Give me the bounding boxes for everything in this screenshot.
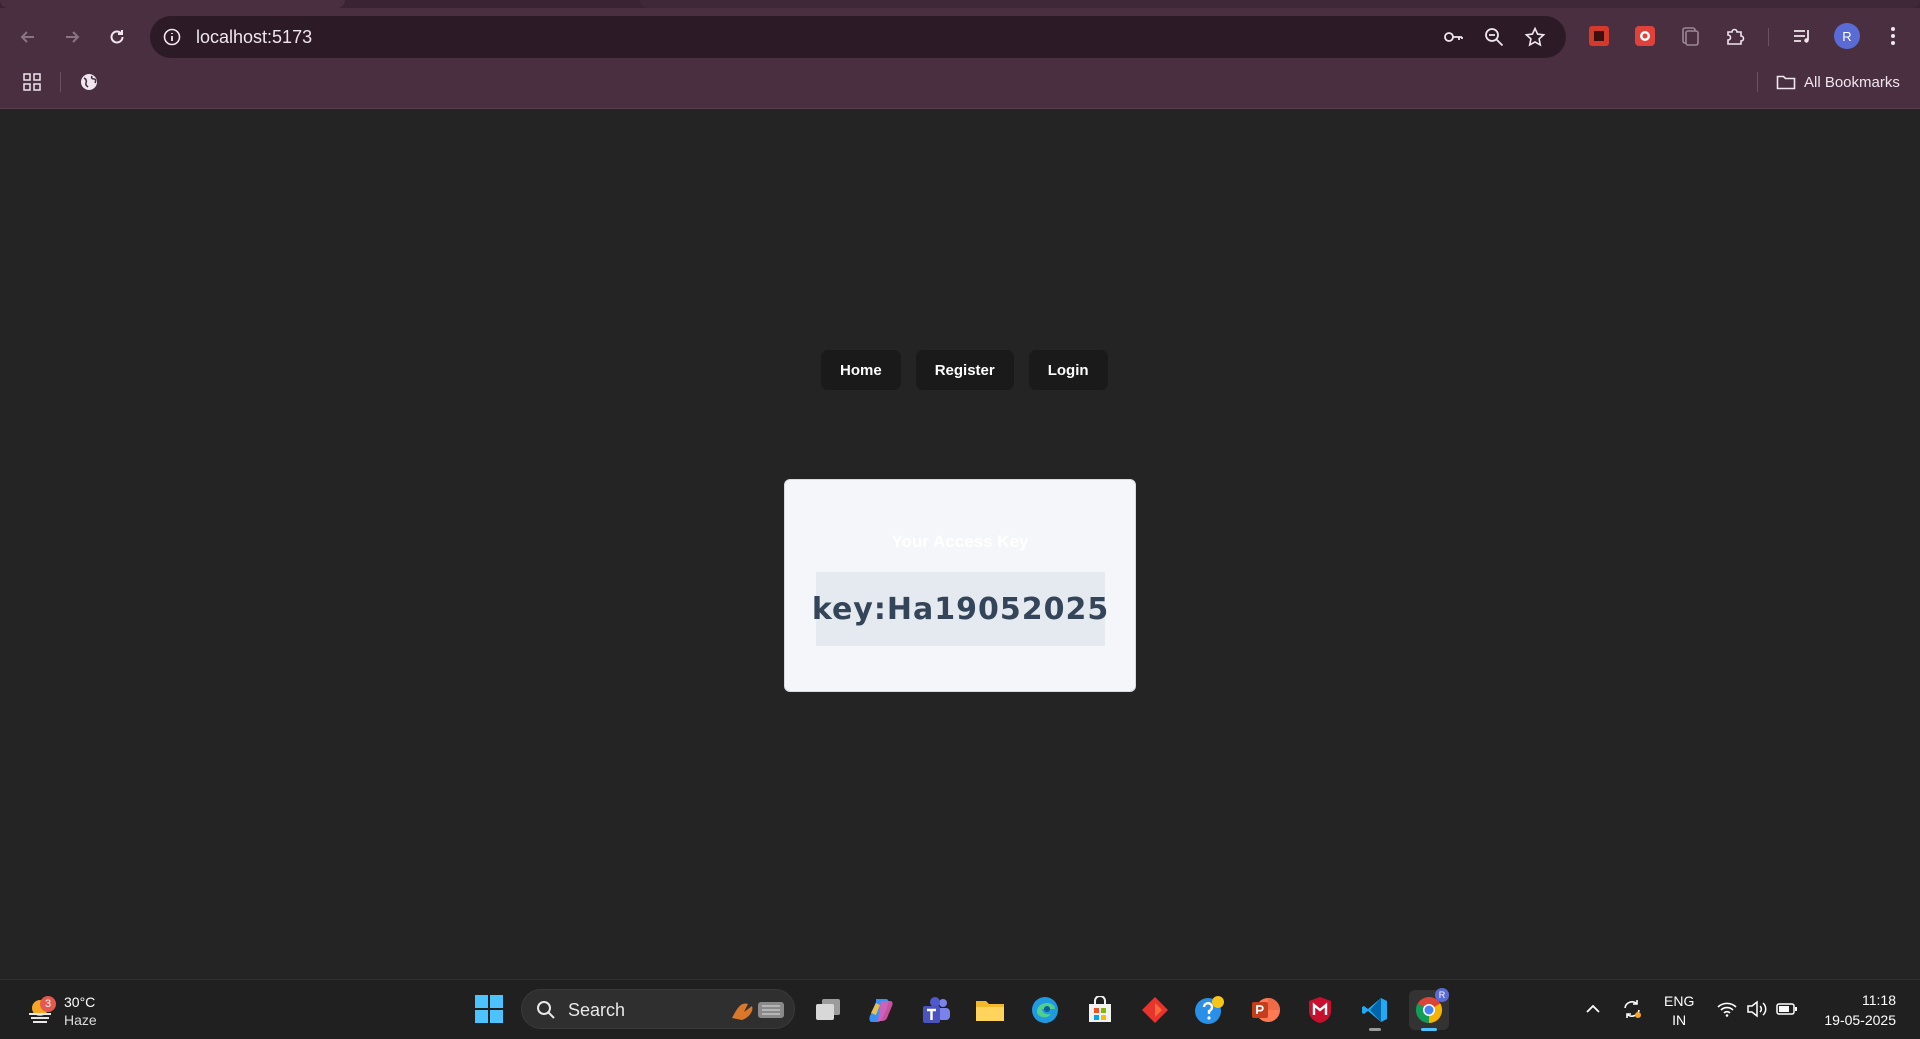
- weather-temp: 30°C: [64, 994, 96, 1010]
- store-icon: [1089, 996, 1111, 1022]
- speaker-icon: [1747, 1000, 1767, 1018]
- globe-bookmark-icon[interactable]: [77, 70, 101, 94]
- folder-app-icon: [976, 1001, 1004, 1021]
- bookmarks-divider: [60, 72, 61, 92]
- clipboard-extension-icon[interactable]: [1678, 24, 1702, 48]
- chrome-border: [0, 108, 1920, 109]
- show-hidden-icons[interactable]: [1582, 998, 1604, 1020]
- language-indicator[interactable]: ENG IN: [1664, 992, 1694, 1030]
- powerpoint-icon: [1252, 998, 1280, 1022]
- pdf-extension-icon[interactable]: [1587, 24, 1611, 48]
- url-text[interactable]: localhost:5173: [196, 27, 312, 47]
- card-title: Your Access Key: [891, 532, 1029, 551]
- task-view-icon: [816, 999, 840, 1020]
- edge-app[interactable]: [1025, 990, 1065, 1030]
- tab-inactive[interactable]: [640, 0, 1920, 8]
- reload-button[interactable]: [102, 22, 132, 52]
- teams-icon: [923, 997, 950, 1023]
- browser-toolbar: localhost:5173 R: [0, 14, 1920, 60]
- zoom-icon[interactable]: [1483, 26, 1505, 48]
- microsoft-store-app[interactable]: [1080, 990, 1120, 1030]
- system-clock[interactable]: 11:18 19-05-2025: [1810, 990, 1896, 1030]
- weather-badge: 3: [40, 996, 56, 1012]
- bookmarks-divider-right: [1757, 72, 1758, 92]
- forward-arrow-icon: [66, 31, 80, 43]
- clock-date: 19-05-2025: [1824, 1012, 1896, 1028]
- task-view-app[interactable]: [808, 990, 848, 1030]
- wifi-tray[interactable]: [1716, 998, 1738, 1020]
- toolbar-divider: [1768, 28, 1769, 46]
- home-button[interactable]: Home: [821, 350, 901, 390]
- git-app[interactable]: [1135, 990, 1175, 1030]
- folder-icon: [1776, 75, 1796, 90]
- chrome-profile-badge: R: [1435, 988, 1449, 1002]
- site-info-icon[interactable]: [162, 27, 182, 47]
- profile-avatar[interactable]: R: [1834, 23, 1860, 49]
- password-key-icon[interactable]: [1442, 26, 1464, 48]
- vscode-app[interactable]: [1355, 990, 1395, 1031]
- copilot-icon: [869, 999, 893, 1022]
- get-help-app[interactable]: [1190, 990, 1230, 1030]
- address-bar[interactable]: localhost:5173: [150, 16, 1566, 58]
- windows-taskbar: 3 30°C Haze Search R ENG IN 11:18 19-05-…: [0, 979, 1920, 1039]
- language-code: ENG: [1664, 993, 1695, 1009]
- browser-chrome: localhost:5173 R All Bookmarks: [0, 0, 1920, 109]
- reload-icon: [110, 30, 124, 44]
- back-button[interactable]: [13, 22, 43, 52]
- site-navbar: Home Register Login: [821, 350, 1108, 390]
- windows-start-icon[interactable]: [474, 994, 504, 1024]
- git-diamond-icon: [1142, 997, 1168, 1023]
- taskbar-search[interactable]: Search: [521, 989, 795, 1029]
- tab-active[interactable]: [0, 0, 345, 8]
- vscode-running-indicator: [1369, 1028, 1381, 1031]
- search-icon: [537, 1001, 555, 1019]
- recorder-extension-icon[interactable]: [1633, 24, 1657, 48]
- bookmark-star-icon[interactable]: [1524, 26, 1546, 48]
- battery-tray[interactable]: [1776, 998, 1798, 1020]
- login-button[interactable]: Login: [1028, 350, 1108, 390]
- region-code: IN: [1672, 1012, 1687, 1028]
- clock-time: 11:18: [1862, 992, 1896, 1008]
- volume-tray[interactable]: [1746, 998, 1768, 1020]
- teams-app[interactable]: [916, 990, 956, 1030]
- tab-strip: [0, 0, 1920, 8]
- wifi-icon: [1717, 1002, 1737, 1017]
- sync-tray-icon[interactable]: [1621, 998, 1643, 1020]
- sync-icon: [1624, 1000, 1641, 1018]
- register-button[interactable]: Register: [915, 350, 1014, 390]
- access-key-box: key:Ha19052025: [812, 572, 1108, 646]
- powerpoint-app[interactable]: [1246, 990, 1286, 1030]
- access-key-value: key:Ha19052025: [811, 591, 1110, 627]
- extensions-puzzle-icon[interactable]: [1723, 24, 1747, 48]
- search-label: Search: [568, 1000, 626, 1020]
- bookmarks-bar: All Bookmarks: [0, 64, 1920, 100]
- media-control-icon[interactable]: [1790, 24, 1814, 48]
- search-highlight-icon: [732, 1002, 784, 1020]
- battery-icon: [1776, 1003, 1797, 1015]
- edge-icon: [1032, 997, 1058, 1023]
- apps-grid-icon[interactable]: [20, 70, 44, 94]
- mcafee-app[interactable]: [1300, 990, 1340, 1030]
- access-key-card: Your Access Key key:Ha19052025: [784, 479, 1136, 692]
- mcafee-shield-icon: [1309, 997, 1331, 1023]
- back-arrow-icon: [20, 31, 34, 43]
- help-icon: [1195, 996, 1224, 1024]
- weather-widget[interactable]: 3 30°C Haze: [22, 990, 132, 1030]
- copilot-app[interactable]: [861, 990, 901, 1030]
- chrome-app[interactable]: R: [1409, 988, 1449, 1031]
- all-bookmarks-button[interactable]: All Bookmarks: [1776, 71, 1900, 93]
- chevron-up-icon: [1586, 1004, 1600, 1013]
- all-bookmarks-label: All Bookmarks: [1804, 73, 1900, 91]
- file-explorer-app[interactable]: [970, 990, 1010, 1030]
- vscode-icon: [1362, 998, 1387, 1022]
- chrome-running-indicator: [1421, 1028, 1437, 1031]
- browser-menu-icon[interactable]: [1881, 24, 1905, 48]
- weather-condition: Haze: [64, 1012, 97, 1028]
- forward-button[interactable]: [57, 22, 87, 52]
